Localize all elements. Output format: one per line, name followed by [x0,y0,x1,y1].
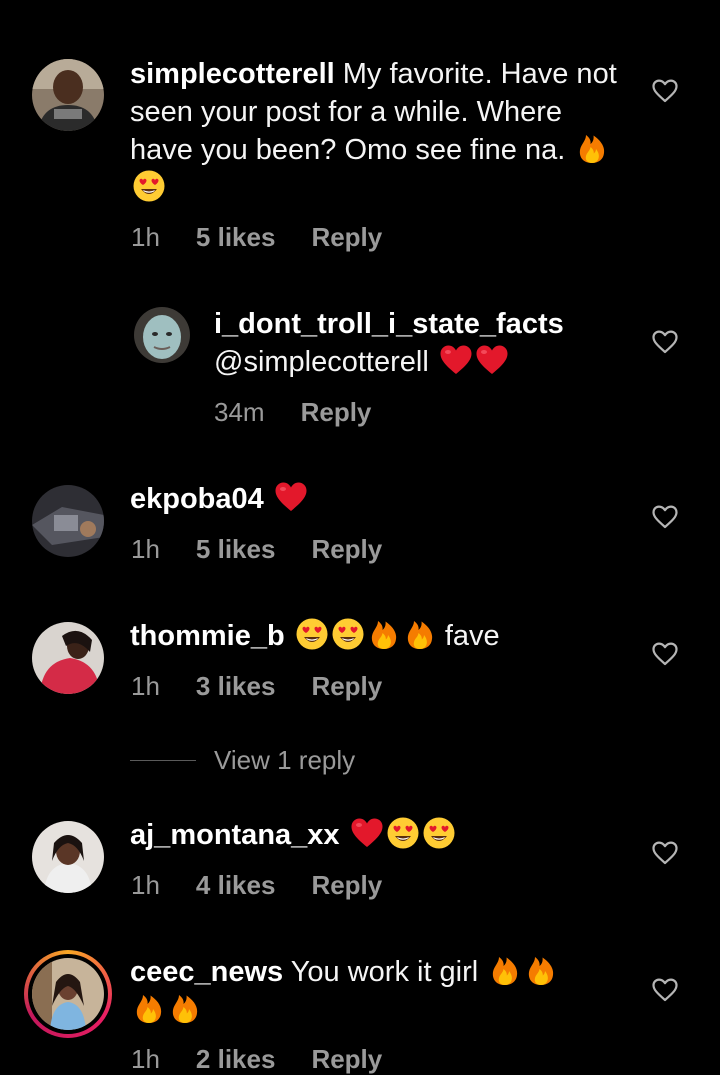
heart-eyes-emoji [386,816,420,850]
mention-link[interactable]: @simplecotterell [214,346,429,378]
red-heart-emoji [274,480,308,514]
like-heart-icon[interactable] [652,505,678,529]
timestamp: 1h [131,671,160,701]
comment-text: thommie_b fave [130,617,620,655]
like-heart-icon[interactable] [652,841,678,865]
username[interactable]: aj_montana_xx [130,819,340,851]
view-replies-label[interactable]: View 1 reply [214,745,355,776]
comment-meta: 1h 3 likes Reply [131,671,418,702]
comment-text: ekpoba04 [130,480,620,518]
fire-emoji [132,991,166,1025]
heart-eyes-emoji [331,617,365,651]
avatar[interactable] [134,307,190,363]
reply-button[interactable]: Reply [311,870,382,900]
reply-button[interactable]: Reply [311,534,382,564]
timestamp: 1h [131,222,160,252]
fire-emoji [367,617,401,651]
likes-count[interactable]: 4 likes [196,870,276,900]
heart-eyes-emoji [132,169,166,203]
fire-emoji [524,953,558,987]
timestamp: 1h [131,1044,160,1074]
reply-button[interactable]: Reply [301,397,372,427]
heart-eyes-emoji [422,816,456,850]
comment-meta: 1h 2 likes Reply [131,1044,418,1075]
username[interactable]: i_dont_troll_i_state_facts [214,308,564,340]
reply-button[interactable]: Reply [311,671,382,701]
avatar[interactable] [32,485,104,557]
comment-meta: 1h 5 likes Reply [131,222,418,253]
comment-text: simplecotterell My favorite. Have not se… [130,55,620,207]
comment-text: i_dont_troll_i_state_facts @simplecotter… [214,305,634,381]
reply-button[interactable]: Reply [311,222,382,252]
avatar[interactable] [32,59,104,131]
avatar[interactable] [32,622,104,694]
like-heart-icon[interactable] [652,642,678,666]
username[interactable]: simplecotterell [130,58,335,90]
view-replies-button[interactable]: View 1 reply [130,742,355,778]
reply-button[interactable]: Reply [311,1044,382,1074]
like-heart-icon[interactable] [652,978,678,1002]
like-heart-icon[interactable] [652,330,678,354]
divider-line [130,759,196,761]
likes-count[interactable]: 2 likes [196,1044,276,1074]
likes-count[interactable]: 5 likes [196,534,276,564]
comment-meta: 34m Reply [214,397,407,428]
fire-emoji [403,617,437,651]
avatar [32,958,104,1030]
username[interactable]: ceec_news [130,956,283,988]
timestamp: 1h [131,534,160,564]
likes-count[interactable]: 5 likes [196,222,276,252]
avatar[interactable] [32,821,104,893]
red-heart-emoji [350,816,384,850]
red-heart-emoji [475,343,509,377]
like-heart-icon[interactable] [652,79,678,103]
comment-text: aj_montana_xx [130,816,620,854]
heart-eyes-emoji [295,617,329,651]
comment-body: fave [444,620,500,652]
comment-body: You work it girl [290,956,479,988]
likes-count[interactable]: 3 likes [196,671,276,701]
username[interactable]: ekpoba04 [130,483,264,515]
timestamp: 1h [131,870,160,900]
comment-text: ceec_news You work it girl [130,953,600,1029]
timestamp: 34m [214,397,265,427]
fire-emoji [575,131,609,165]
fire-emoji [488,953,522,987]
story-ring-avatar[interactable] [24,950,112,1038]
red-heart-emoji [439,343,473,377]
comment-meta: 1h 5 likes Reply [131,534,418,565]
username[interactable]: thommie_b [130,620,285,652]
fire-emoji [168,991,202,1025]
comment-meta: 1h 4 likes Reply [131,870,418,901]
